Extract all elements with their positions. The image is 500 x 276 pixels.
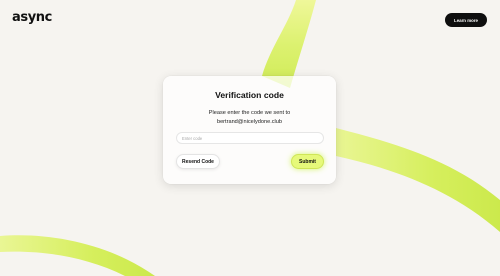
brand-logo[interactable]: async xyxy=(12,10,52,25)
resend-code-button[interactable]: Resend Code xyxy=(176,154,220,169)
card-description: Please enter the code we sent to bertran… xyxy=(173,109,326,126)
lime-ribbon-lower xyxy=(0,235,155,276)
recipient-email: bertrand@nicelydone.club xyxy=(216,118,283,125)
submit-button[interactable]: Submit xyxy=(291,154,324,169)
lime-ribbon-right xyxy=(336,128,500,232)
description-text: Please enter the code we sent to xyxy=(208,110,291,116)
lime-ribbon-upper xyxy=(262,0,316,88)
card-title: Verification code xyxy=(215,90,284,100)
learn-more-button[interactable]: Learn more xyxy=(445,13,487,27)
verification-code-input[interactable] xyxy=(176,132,324,144)
verification-card: Verification code Please enter the code … xyxy=(163,76,336,184)
